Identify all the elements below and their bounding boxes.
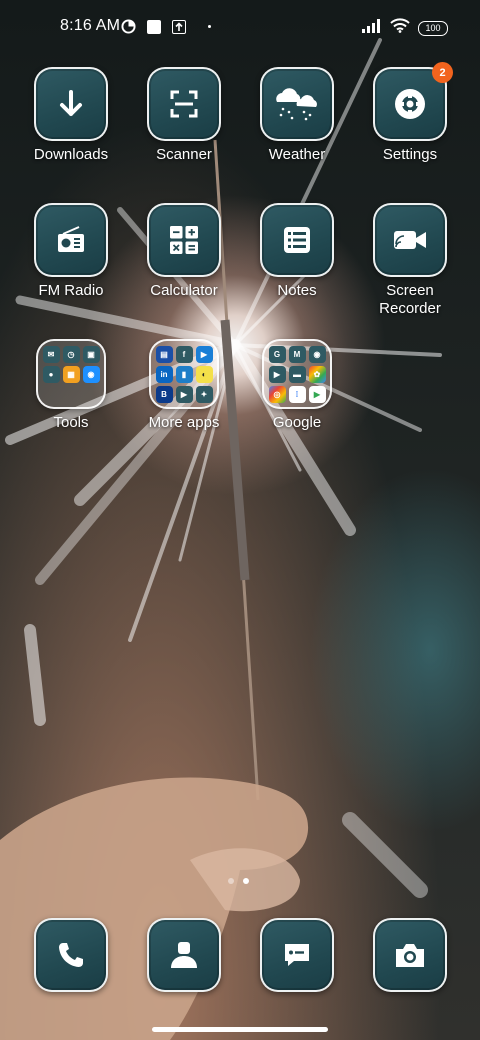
meet-icon: ▬ <box>288 365 306 383</box>
notes-tile[interactable] <box>260 203 334 277</box>
status-bar: 8:16 AM 100 <box>0 0 480 56</box>
podcasts-icon: ⁞ <box>288 385 306 403</box>
dock-camera[interactable] <box>354 918 466 992</box>
notes-label: Notes <box>277 282 317 299</box>
google-label: Google <box>272 414 322 431</box>
calculator-tile[interactable] <box>147 203 221 277</box>
downloads-tile[interactable] <box>34 67 108 141</box>
tools-folder-tile[interactable]: ✉ ◷ ▣ ● ▦ ◉ <box>36 339 106 409</box>
downloads-label: Downloads <box>33 146 109 163</box>
battery-icon: 100 <box>418 20 448 36</box>
linkedin-icon: in <box>155 365 173 383</box>
tool-app-icon: ▦ <box>62 365 80 383</box>
more-apps-label: More apps <box>148 414 220 431</box>
blue-app-icon: ▮ <box>175 365 193 383</box>
fitness-app-icon: ✦ <box>195 385 213 403</box>
calculator-icon <box>170 226 198 254</box>
scan-frame-icon <box>170 90 198 118</box>
app-downloads[interactable]: Downloads <box>15 67 127 164</box>
chrome-icon: ◎ <box>268 385 286 403</box>
youtube-icon: ▶ <box>268 365 286 383</box>
phone-icon <box>59 943 83 967</box>
mail-icon: ✉ <box>42 345 60 363</box>
radio-icon <box>58 226 84 252</box>
page-dot-1[interactable] <box>228 878 234 884</box>
gmail-icon: M <box>288 345 306 363</box>
app-weather[interactable]: Weather <box>241 67 353 164</box>
scanner-tile[interactable] <box>147 67 221 141</box>
folder-more-apps[interactable]: ▤ f ▶ in ▮ ◐ B ▶ ✦ More apps <box>128 339 240 432</box>
play-store-icon: ▶ <box>308 385 326 403</box>
dock-contacts[interactable] <box>128 918 240 992</box>
camera-tile[interactable] <box>373 918 447 992</box>
fm-radio-tile[interactable] <box>34 203 108 277</box>
cloud-rain-icon <box>276 88 317 121</box>
app-scanner[interactable]: Scanner <box>128 67 240 164</box>
facebook-icon: f <box>175 345 193 363</box>
notes-list-icon <box>284 227 310 253</box>
system-icons: 100 <box>362 18 448 38</box>
download-arrow-icon <box>60 90 82 116</box>
signal-icon <box>362 18 382 38</box>
settings-tile[interactable]: 2 <box>373 62 453 141</box>
notification-square-icon <box>146 19 161 34</box>
snapchat-icon: ◐ <box>195 365 213 383</box>
folder-tools[interactable]: ✉ ◷ ▣ ● ▦ ◉ Tools <box>15 339 127 432</box>
app-screen-recorder[interactable]: Screen Recorder <box>354 203 466 318</box>
gesture-navigation-bar[interactable] <box>152 1027 328 1032</box>
weather-label: Weather <box>268 146 326 163</box>
message-icon <box>285 944 309 966</box>
more-notifications-dot <box>208 25 211 28</box>
bulb-icon: ● <box>42 365 60 383</box>
video-camera-icon <box>394 231 426 249</box>
weather-tile[interactable] <box>260 67 334 141</box>
page-dot-2[interactable] <box>243 878 249 884</box>
gear-icon <box>395 89 425 119</box>
phone-tile[interactable] <box>34 918 108 992</box>
prime-video-icon: ▶ <box>195 345 213 363</box>
tools-label: Tools <box>53 414 89 431</box>
clock: 8:16 AM <box>60 17 121 34</box>
page-indicator <box>228 878 249 884</box>
dock-phone[interactable] <box>15 918 127 992</box>
contacts-tile[interactable] <box>147 918 221 992</box>
google-folder-tile[interactable]: G M ◉ ▶ ▬ ✿ ◎ ⁞ ▶ <box>262 339 332 409</box>
wifi-icon <box>390 18 410 38</box>
folder-google[interactable]: G M ◉ ▶ ▬ ✿ ◎ ⁞ ▶ Google <box>241 339 353 432</box>
app-settings[interactable]: 2 Settings <box>354 62 466 164</box>
compass-icon: ◉ <box>82 365 100 383</box>
camera-icon <box>396 944 424 967</box>
messages-tile[interactable] <box>260 918 334 992</box>
data-saver-icon <box>121 19 136 34</box>
screen-recorder-label: Screen Recorder <box>379 282 441 317</box>
fm-radio-label: FM Radio <box>38 282 104 299</box>
settings-label: Settings <box>382 146 438 163</box>
notification-icons <box>121 19 211 34</box>
file-icon: ▣ <box>82 345 100 363</box>
scanner-label: Scanner <box>156 146 212 163</box>
settings-notification-badge: 2 <box>432 62 453 83</box>
booking-icon: B <box>155 385 173 403</box>
dock-messages[interactable] <box>241 918 353 992</box>
upload-box-icon <box>171 19 186 34</box>
shop-app-icon: ▤ <box>155 345 173 363</box>
calculator-label: Calculator <box>150 282 218 299</box>
more-apps-folder-tile[interactable]: ▤ f ▶ in ▮ ◐ B ▶ ✦ <box>149 339 219 409</box>
app-fm-radio[interactable]: FM Radio <box>15 203 127 300</box>
app-notes[interactable]: Notes <box>241 203 353 300</box>
contact-icon <box>171 942 197 968</box>
battery-level: 100 <box>425 23 441 33</box>
google-search-icon: G <box>268 345 286 363</box>
photos-icon: ✿ <box>308 365 326 383</box>
clock-icon: ◷ <box>62 345 80 363</box>
maps-icon: ◉ <box>308 345 326 363</box>
app-calculator[interactable]: Calculator <box>128 203 240 300</box>
screen-recorder-tile[interactable] <box>373 203 447 277</box>
video-app-icon: ▶ <box>175 385 193 403</box>
